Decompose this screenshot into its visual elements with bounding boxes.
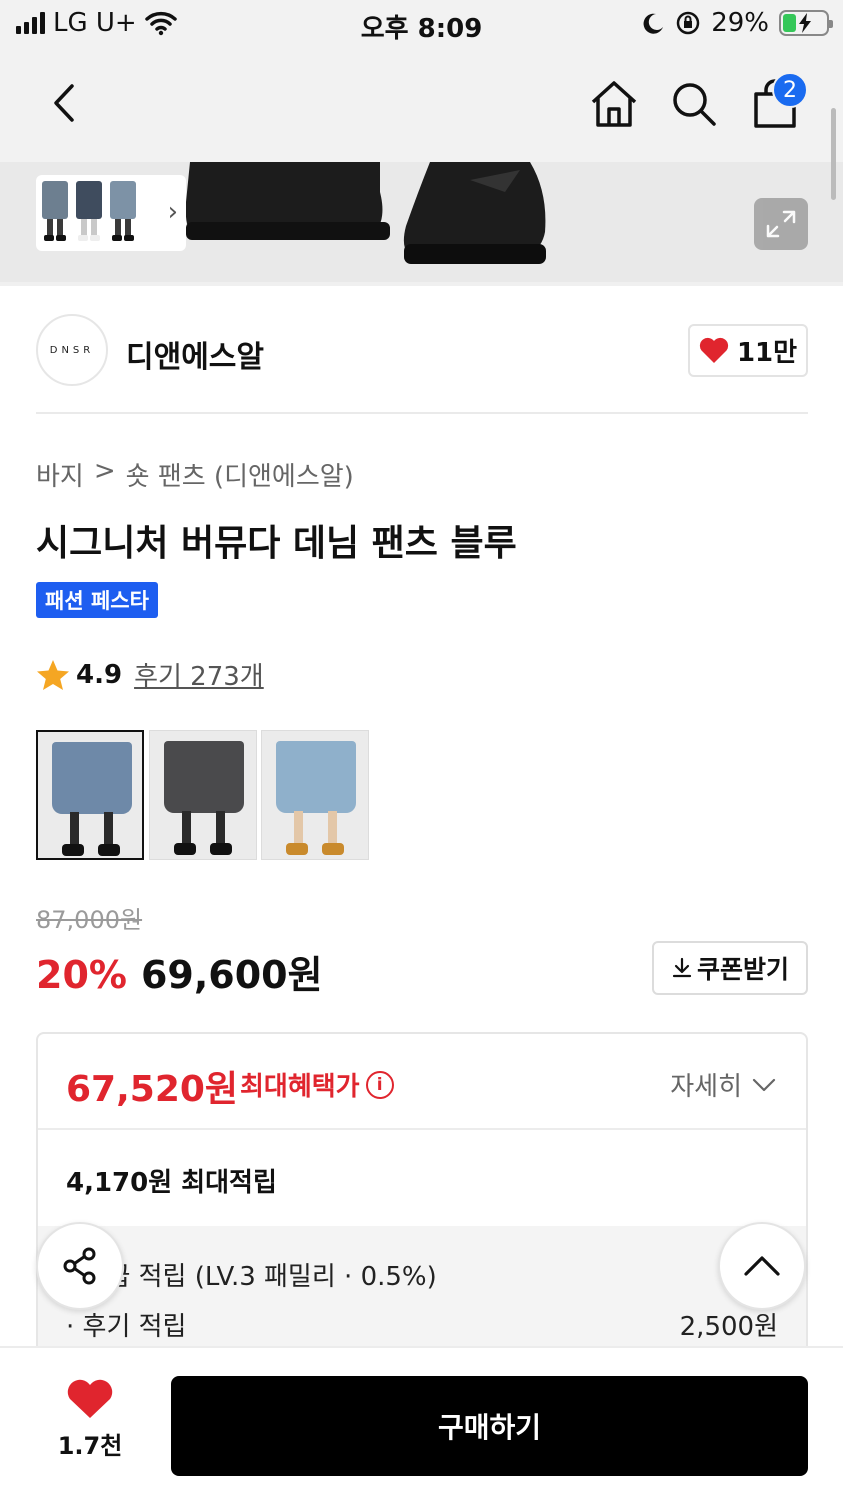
brand-like-count: 11만: [736, 338, 798, 368]
orientation-lock-icon: [676, 11, 700, 35]
product-title: 시그니처 버뮤다 데님 팬츠 블루: [36, 523, 517, 564]
discount-rate: 20%: [36, 953, 127, 997]
brand-name[interactable]: 디앤에스알: [126, 332, 264, 376]
benefit-header[interactable]: 67,520원 최대혜택가 i 자세히: [38, 1034, 806, 1130]
heart-icon: [699, 337, 729, 363]
battery-percent: 29%: [711, 8, 769, 38]
breadcrumb-subcategory[interactable]: 숏 팬츠 (디앤에스알): [126, 456, 354, 493]
moon-icon: [643, 13, 664, 34]
breadcrumb-category[interactable]: 바지: [36, 456, 84, 493]
info-icon[interactable]: i: [365, 1070, 394, 1099]
chevron-right-icon[interactable]: ›: [168, 197, 178, 227]
original-price: 87,000원: [36, 906, 143, 934]
star-icon: [37, 659, 69, 690]
rating-row: 4.9 후기 273개: [36, 656, 264, 693]
points-row-value: 2,500원: [679, 1312, 778, 1342]
buy-button[interactable]: 구매하기: [171, 1376, 808, 1476]
points-row-label: · 후기 적립: [66, 1312, 187, 1342]
back-arrow-icon[interactable]: [40, 78, 90, 128]
details-label: 자세히: [670, 1072, 742, 1102]
share-button[interactable]: [36, 1222, 124, 1310]
product-hero-image[interactable]: ›: [0, 162, 843, 286]
breadcrumb-separator: >: [93, 456, 116, 486]
wish-count: 1.7천: [57, 1432, 123, 1460]
review-count-link[interactable]: 후기 273개: [134, 656, 264, 693]
home-icon[interactable]: [588, 78, 640, 130]
heart-icon: [67, 1379, 113, 1418]
brand-like-button[interactable]: 11만: [688, 324, 808, 377]
search-icon[interactable]: [668, 78, 720, 130]
expand-button[interactable]: [754, 198, 808, 250]
points-row-grade: · 등급 적립 (LV.3 패밀리 · 0.5%) 3: [66, 1256, 778, 1293]
share-icon: [63, 1247, 96, 1285]
coupon-label: 쿠폰받기: [696, 955, 789, 984]
scrollbar[interactable]: [831, 108, 836, 200]
status-right: 29%: [641, 8, 833, 38]
chevron-down-icon: [752, 1078, 776, 1091]
scroll-top-button[interactable]: [718, 1222, 806, 1310]
breadcrumb: 바지 > 숏 팬츠 (디앤에스알): [36, 456, 354, 493]
bottom-action-bar: 1.7천 구매하기: [0, 1346, 843, 1500]
details-toggle[interactable]: 자세히: [670, 1066, 776, 1103]
cart-count-badge: 2: [772, 72, 808, 108]
color-variant-black[interactable]: [149, 730, 257, 860]
battery-icon: [779, 10, 833, 36]
divider: [36, 412, 808, 414]
price-row: 20% 69,600원: [36, 944, 323, 999]
best-benefit-price: 67,520원: [66, 1069, 239, 1110]
color-variant-light-blue[interactable]: [261, 730, 369, 860]
chevron-up-icon: [744, 1256, 780, 1276]
rating-score: 4.9: [76, 659, 123, 690]
thumbnail-strip[interactable]: ›: [36, 175, 186, 251]
best-benefit-text: 최대혜택가: [240, 1072, 360, 1102]
wish-button[interactable]: 1.7천: [44, 1378, 136, 1461]
benefit-box: 67,520원 최대혜택가 i 자세히 4,170원 최대적립 · 등급 적립 …: [36, 1032, 808, 1362]
points-row-review: · 후기 적립 2,500원: [66, 1306, 778, 1343]
status-bar: LG U+ 오후 8:09 29%: [0, 0, 843, 48]
expand-icon: [766, 210, 796, 238]
sale-price: 69,600원: [140, 953, 323, 997]
download-icon: [672, 957, 692, 978]
color-variant-blue[interactable]: [36, 730, 144, 860]
points-detail: · 등급 적립 (LV.3 패밀리 · 0.5%) 3 · 후기 적립 2,50…: [38, 1226, 806, 1360]
max-points: 4,170원 최대적립: [66, 1168, 277, 1198]
coupon-download-button[interactable]: 쿠폰받기: [652, 941, 808, 995]
best-benefit-label: 최대혜택가 i: [240, 1066, 394, 1103]
brand-logo[interactable]: DNSR: [36, 314, 108, 386]
event-badge: 패션 페스타: [36, 582, 158, 618]
nav-header: [0, 48, 843, 162]
